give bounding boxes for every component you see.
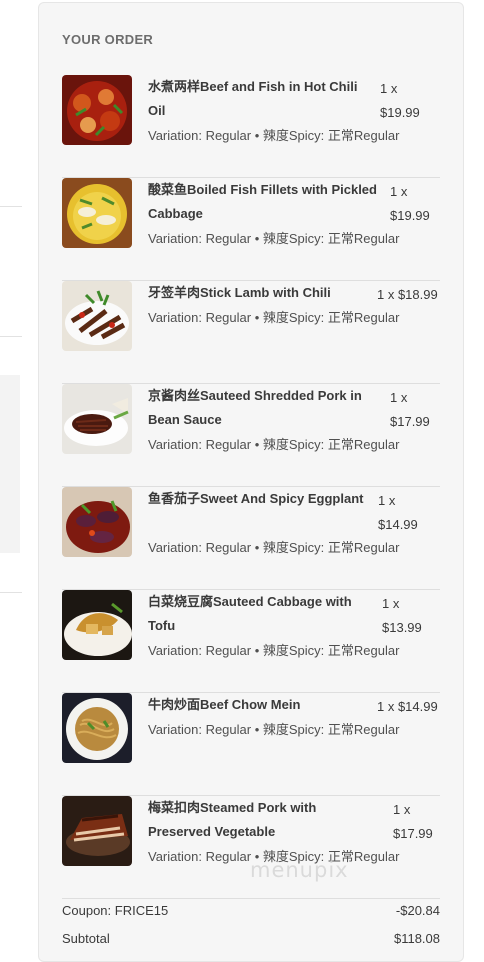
item-price: $14.99 xyxy=(378,517,418,532)
item-name: 牛肉炒面Beef Chow Mein xyxy=(148,697,301,712)
pickled-cabbage-fish-photo xyxy=(62,178,132,248)
order-item[interactable]: 酸菜鱼Boiled Fish Fillets with Pickled Cabb… xyxy=(62,178,440,281)
order-item[interactable]: 京酱肉丝Sauteed Shredded Pork in Bean Sauce … xyxy=(62,384,440,487)
item-quantity: 1 x xyxy=(390,390,408,405)
background-divider xyxy=(0,592,22,593)
item-price: $17.99 xyxy=(390,414,430,429)
order-item[interactable]: 梅菜扣肉Steamed Pork with Preserved Vegetabl… xyxy=(62,796,440,899)
eggplant-photo xyxy=(62,487,132,557)
item-variation: Variation: Regular • 辣度Spicy: 正常Regular xyxy=(148,231,400,246)
order-panel: YOUR ORDER 水煮两样Beef and Fish in Hot Chil… xyxy=(38,2,464,962)
item-variation: Variation: Regular • 辣度Spicy: 正常Regular xyxy=(148,437,400,452)
item-quantity: 1 x xyxy=(382,596,400,611)
item-variation: Variation: Regular • 辣度Spicy: 正常Regular xyxy=(148,540,400,555)
order-item[interactable]: 鱼香茄子Sweet And Spicy Eggplant 1 x $14.99 … xyxy=(62,487,440,590)
subtotal-label: Subtotal xyxy=(62,931,110,946)
cabbage-tofu-photo xyxy=(62,590,132,660)
item-name: 鱼香茄子Sweet And Spicy Eggplant xyxy=(148,491,364,506)
item-name: 白菜烧豆腐Sauteed Cabbage with Tofu xyxy=(148,594,352,633)
coupon-value: -$20.84 xyxy=(395,903,440,918)
item-name: 牙签羊肉Stick Lamb with Chili xyxy=(148,285,331,300)
order-item[interactable]: 牛肉炒面Beef Chow Mein 1 x $14.99 Variation:… xyxy=(62,693,440,796)
item-name: 水煮两样Beef and Fish in Hot Chili Oil xyxy=(148,79,358,118)
background-card xyxy=(0,375,20,553)
item-price: $13.99 xyxy=(382,620,422,635)
subtotal-value: $118.08 xyxy=(393,931,440,946)
beef-fish-chili-oil-photo xyxy=(62,75,132,145)
item-name: 酸菜鱼Boiled Fish Fillets with Pickled Cabb… xyxy=(148,182,377,221)
item-variation: Variation: Regular • 辣度Spicy: 正常Regular xyxy=(148,310,400,325)
order-title: YOUR ORDER xyxy=(62,32,154,47)
item-quantity: 1 x $18.99 xyxy=(377,287,438,302)
order-item[interactable]: 白菜烧豆腐Sauteed Cabbage with Tofu 1 x $13.9… xyxy=(62,590,440,693)
item-quantity: 1 x xyxy=(380,81,398,96)
shredded-pork-photo xyxy=(62,384,132,454)
item-quantity: 1 x xyxy=(390,184,408,199)
item-quantity: 1 x $14.99 xyxy=(377,699,438,714)
steamed-pork-photo xyxy=(62,796,132,866)
chow-mein-photo xyxy=(62,693,132,763)
item-name: 京酱肉丝Sauteed Shredded Pork in Bean Sauce xyxy=(148,388,362,427)
item-quantity: 1 x xyxy=(393,802,411,817)
item-price: $19.99 xyxy=(390,208,430,223)
item-variation: Variation: Regular • 辣度Spicy: 正常Regular xyxy=(148,128,400,143)
order-item[interactable]: 牙签羊肉Stick Lamb with Chili 1 x $18.99 Var… xyxy=(62,281,440,384)
coupon-label: Coupon: FRICE15 xyxy=(62,903,169,918)
order-item[interactable]: 水煮两样Beef and Fish in Hot Chili Oil 1 x $… xyxy=(62,75,440,178)
stick-lamb-photo xyxy=(62,281,132,351)
item-quantity: 1 x xyxy=(378,493,396,508)
background-divider xyxy=(0,336,22,337)
item-variation: Variation: Regular • 辣度Spicy: 正常Regular xyxy=(148,722,400,737)
item-price: $17.99 xyxy=(393,826,433,841)
item-price: $19.99 xyxy=(380,105,420,120)
menupix-watermark: menupix xyxy=(250,858,349,882)
background-divider xyxy=(0,206,22,207)
item-variation: Variation: Regular • 辣度Spicy: 正常Regular xyxy=(148,643,400,658)
item-name: 梅菜扣肉Steamed Pork with Preserved Vegetabl… xyxy=(148,800,317,839)
